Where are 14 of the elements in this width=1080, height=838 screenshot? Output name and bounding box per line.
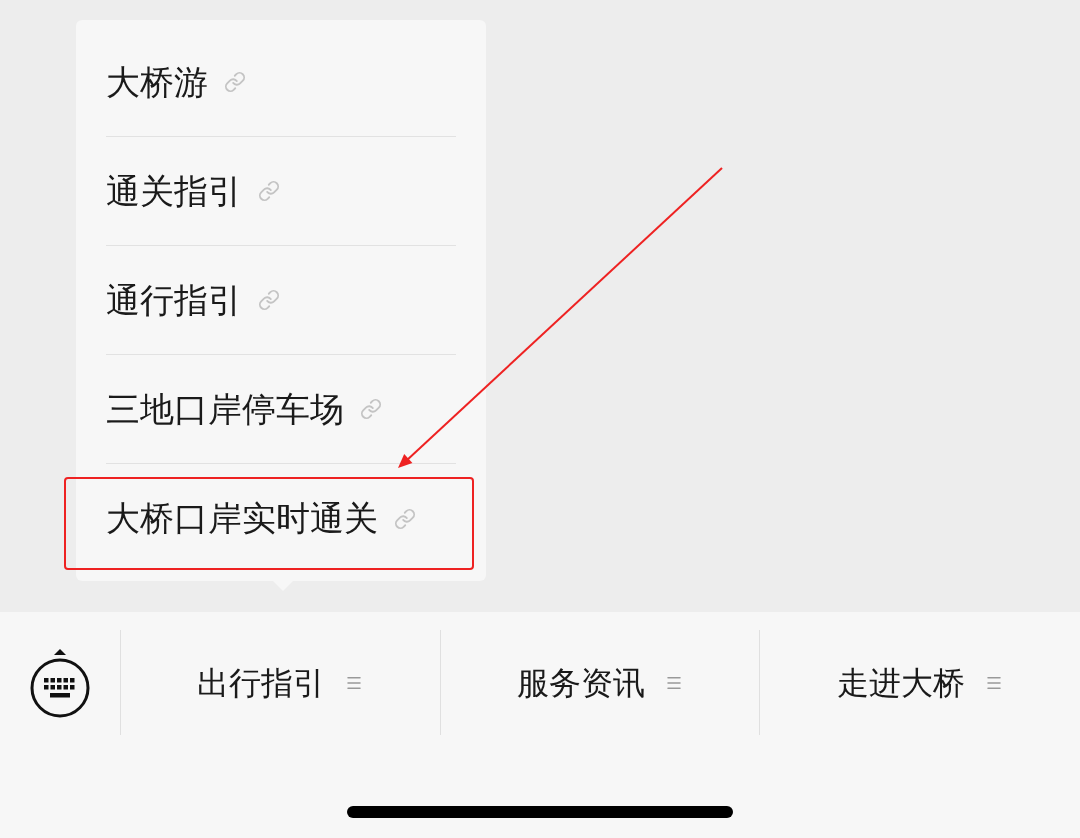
menu-tab[interactable]: 走进大桥 xyxy=(837,658,1004,707)
menu-item[interactable]: 三地口岸停车场 xyxy=(106,383,382,435)
menu-item[interactable]: 通关指引 xyxy=(106,165,280,217)
link-icon xyxy=(224,71,246,93)
link-icon xyxy=(258,180,280,202)
menu-tab[interactable]: 服务资讯 xyxy=(516,658,683,707)
keyboard-icon[interactable] xyxy=(28,647,91,718)
menu-item[interactable]: 通行指引 xyxy=(106,274,280,326)
link-icon xyxy=(360,398,382,420)
menu-item[interactable]: 大桥游 xyxy=(106,56,246,108)
link-icon xyxy=(258,289,280,311)
menu-item[interactable]: 大桥口岸实时通关 xyxy=(106,493,416,544)
menu-tab[interactable]: 出行指引 xyxy=(197,658,364,707)
link-icon xyxy=(394,507,416,530)
